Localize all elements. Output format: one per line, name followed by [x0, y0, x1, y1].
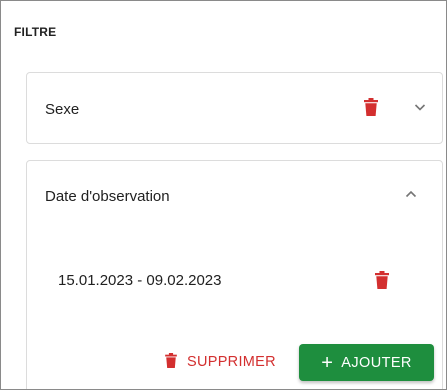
- delete-button-label: SUPPRIMER: [187, 354, 276, 370]
- panel-title: FILTRE: [14, 25, 57, 39]
- add-button[interactable]: + AJOUTER: [299, 344, 434, 381]
- filter-card-label: Sexe: [45, 101, 80, 118]
- action-bar: SUPPRIMER + AJOUTER: [27, 344, 442, 384]
- plus-icon: +: [321, 351, 334, 374]
- trash-icon[interactable]: [375, 271, 389, 289]
- add-button-label: AJOUTER: [341, 354, 412, 371]
- filter-card-sexe[interactable]: Sexe: [26, 72, 443, 144]
- filter-card-label: Date d'observation: [45, 188, 170, 205]
- chevron-down-icon[interactable]: [413, 100, 427, 114]
- filter-card-date: Date d'observation 15.01.2023 - 09.02.20…: [26, 160, 443, 389]
- trash-icon[interactable]: [364, 98, 378, 116]
- chevron-up-icon[interactable]: [404, 187, 418, 201]
- trash-icon: [165, 352, 177, 372]
- date-range-value: 15.01.2023 - 09.02.2023: [58, 272, 222, 289]
- filter-panel: FILTRE Sexe Date d'observation 15.01.202…: [0, 0, 447, 390]
- delete-button[interactable]: SUPPRIMER: [159, 344, 282, 380]
